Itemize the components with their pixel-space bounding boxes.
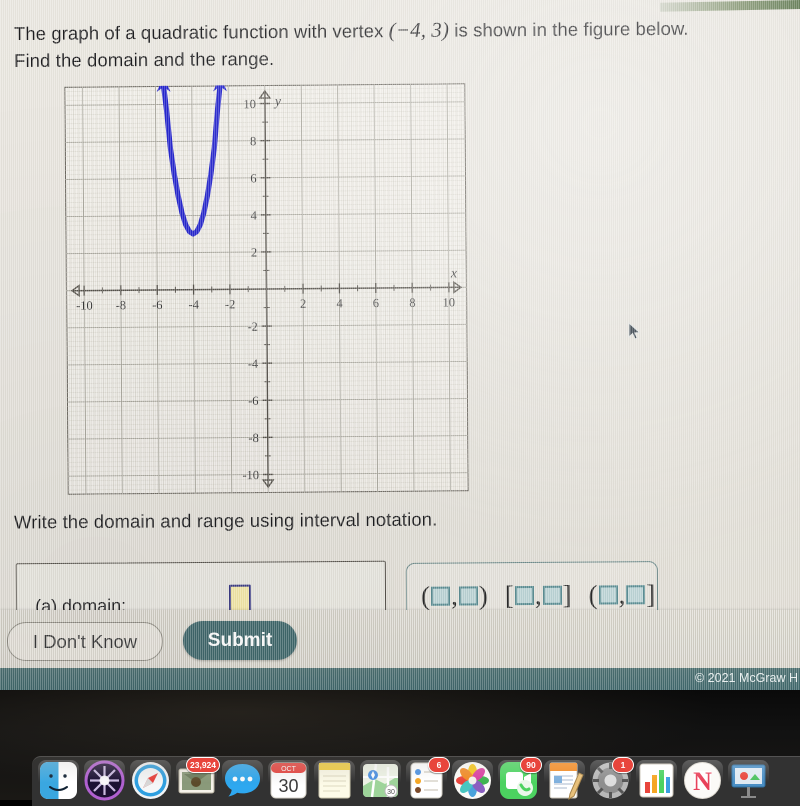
paren-open-2: (: [588, 580, 597, 610]
comma-3: ,: [618, 579, 625, 609]
dock-badge: 6: [428, 757, 450, 773]
i-dont-know-button[interactable]: I Don't Know: [7, 622, 163, 661]
comma-2: ,: [535, 580, 542, 610]
desktop-background: 23,924 OCT 30 30 6 90 1 N: [0, 690, 800, 800]
placeholder-square-icon: [626, 585, 645, 604]
x-tick-label: -4: [188, 298, 199, 312]
dock-icon-reminders[interactable]: 6: [406, 760, 447, 801]
x-tick-label: 10: [443, 295, 456, 309]
submit-button[interactable]: Submit: [183, 621, 297, 660]
bracket-close: ]: [562, 580, 571, 610]
y-tick-label: -2: [247, 320, 258, 334]
dock-icon-news[interactable]: N: [682, 760, 723, 801]
worksheet-page: The graph of a quadratic function with v…: [0, 0, 800, 690]
x-tick-label: -6: [152, 298, 163, 312]
mouse-cursor-icon: [628, 322, 642, 340]
dock-icon-system-preferences[interactable]: 1: [590, 760, 631, 801]
dock-icon-calendar[interactable]: OCT 30: [268, 760, 309, 801]
y-tick-label: -10: [242, 468, 259, 482]
dock-icon-keynote[interactable]: [728, 760, 769, 801]
svg-text:30: 30: [278, 776, 298, 796]
bracket-close-2: ]: [646, 579, 655, 609]
placeholder-square-icon: [542, 586, 561, 605]
interval-open-open-button[interactable]: (,): [421, 580, 488, 611]
x-tick-label: -2: [225, 297, 236, 311]
dock-badge: 90: [520, 757, 542, 773]
y-tick-label: -4: [248, 357, 259, 371]
x-tick-label: 8: [409, 296, 415, 310]
question-line2: Find the domain and the range.: [14, 48, 274, 71]
dock-icon-safari[interactable]: [130, 760, 171, 801]
graph-svg: -10 -8 -6 -4 -2 2 4 6 8 10 10 8 6 4 2 -2 -4 -6 -8 -10 y x: [64, 83, 469, 494]
svg-text:30: 30: [387, 789, 395, 796]
y-tick-label: 8: [250, 134, 256, 148]
y-tick-label: 6: [250, 171, 256, 185]
dock-icon-finder[interactable]: [38, 760, 79, 801]
finder-icon: [38, 760, 79, 801]
comma-1: ,: [451, 581, 458, 611]
svg-text:N: N: [693, 767, 712, 796]
placeholder-square-icon: [459, 586, 478, 605]
x-tick-label: 6: [373, 296, 379, 310]
pages-icon: [544, 760, 585, 801]
dock-icon-messages[interactable]: [222, 760, 263, 801]
x-tick-label: 4: [336, 296, 343, 310]
numbers-icon: [636, 760, 677, 801]
y-tick-label: -6: [248, 394, 259, 408]
coordinate-graph: -10 -8 -6 -4 -2 2 4 6 8 10 10 8 6 4 2 -2 -4 -6 -8 -10 y x: [64, 83, 469, 494]
siri-icon: [84, 760, 125, 801]
question-line1-pre: The graph of a quadratic function with v…: [14, 20, 389, 44]
footer-bar: © 2021 McGraw H: [0, 668, 800, 690]
maps-icon: 30: [360, 760, 401, 801]
y-tick-label: 4: [251, 208, 258, 222]
dock-icon-maps[interactable]: 30: [360, 760, 401, 801]
y-tick-label: 10: [243, 97, 256, 111]
y-axis-label: y: [273, 94, 282, 109]
paren-close: ): [479, 580, 488, 610]
messages-icon: [222, 760, 263, 801]
dock-icon-notes[interactable]: [314, 760, 355, 801]
dock-badge: 1: [612, 757, 634, 773]
dock-icon-numbers[interactable]: [636, 760, 677, 801]
dock-badge: 23,924: [186, 757, 220, 773]
dock-icon-siri[interactable]: [84, 760, 125, 801]
calendar-icon: OCT 30: [268, 760, 309, 801]
copyright-text: © 2021 McGraw H: [695, 671, 798, 685]
x-axis-label: x: [450, 266, 458, 281]
y-tick-label: -8: [248, 431, 259, 445]
interval-half-open-button[interactable]: (,]: [588, 579, 655, 610]
action-bar: I Don't Know Submit: [0, 610, 800, 670]
keynote-icon: [728, 760, 769, 801]
news-icon: N: [682, 760, 723, 801]
dock-icon-pages[interactable]: [544, 760, 585, 801]
interval-closed-closed-button[interactable]: [,]: [505, 580, 572, 611]
macos-dock[interactable]: 23,924 OCT 30 30 6 90 1 N: [32, 756, 800, 806]
photos-icon: [452, 760, 493, 801]
dock-icon-facetime[interactable]: 90: [498, 760, 539, 801]
placeholder-square-icon: [431, 587, 450, 606]
x-tick-label: -8: [116, 298, 127, 312]
dock-icon-mail[interactable]: 23,924: [176, 760, 217, 801]
placeholder-square-icon: [598, 585, 617, 604]
notes-icon: [314, 760, 355, 801]
x-tick-label: 2: [300, 297, 306, 311]
y-tick-label: 2: [251, 245, 257, 259]
dock-icon-photos[interactable]: [452, 760, 493, 801]
instruction-text: Write the domain and range using interva…: [14, 509, 437, 534]
bracket-open: [: [505, 580, 514, 610]
paren-open: (: [421, 581, 430, 611]
safari-icon: [130, 760, 171, 801]
screen-top-edge: [660, 0, 800, 12]
question-prompt: The graph of a quadratic function with v…: [14, 13, 789, 74]
placeholder-square-icon: [515, 586, 534, 605]
svg-text:OCT: OCT: [281, 766, 297, 773]
question-line1-post: is shown in the figure below.: [449, 18, 689, 41]
x-tick-label: -10: [76, 299, 93, 313]
vertex-value: (−4, 3): [389, 18, 450, 42]
